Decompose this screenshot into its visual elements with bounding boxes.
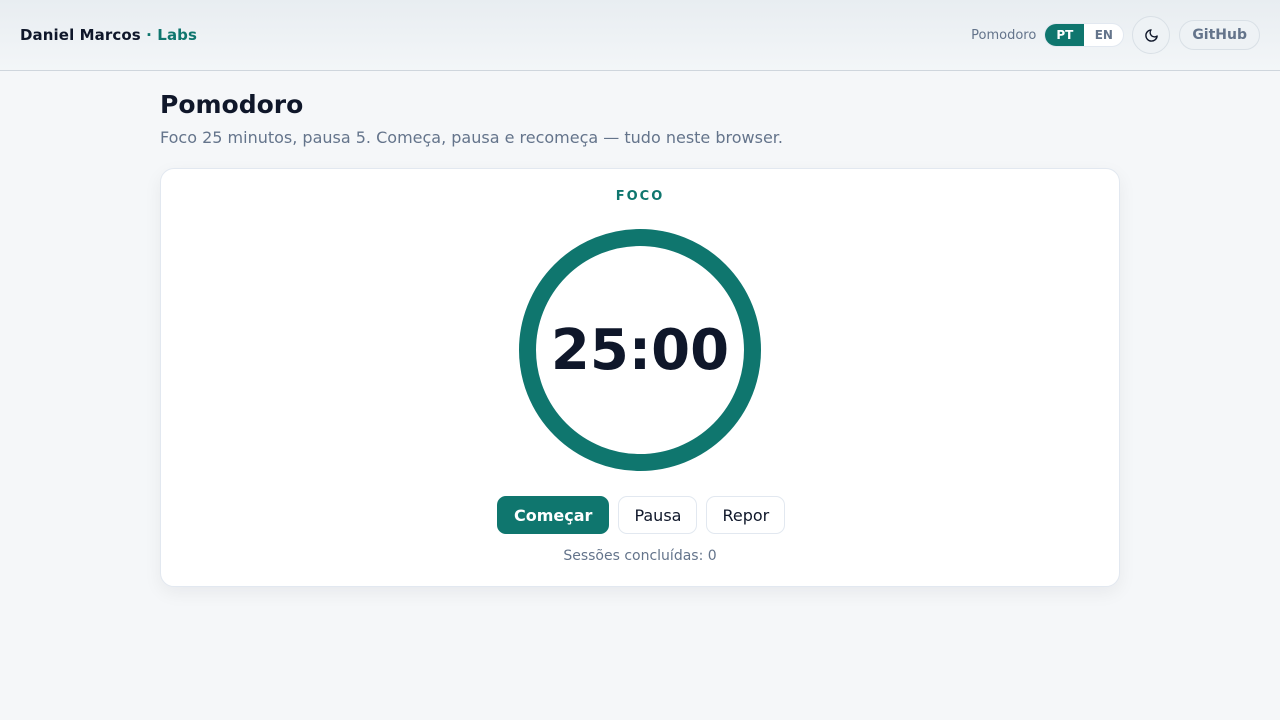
moon-icon xyxy=(1145,28,1158,42)
github-button[interactable]: GitHub xyxy=(1179,20,1260,50)
brand-labs: Labs xyxy=(157,26,198,44)
language-en-button[interactable]: EN xyxy=(1084,24,1123,46)
timer-card: FOCO 25:00 Começar Pausa Repor Sessões c… xyxy=(160,168,1120,587)
language-pt-button[interactable]: PT xyxy=(1045,24,1085,46)
timer-display: 25:00 xyxy=(550,317,730,383)
top-bar: Daniel Marcos · Labs Pomodoro PT EN GitH… xyxy=(0,0,1280,71)
phase-label: FOCO xyxy=(615,189,665,204)
page-subtitle: Foco 25 minutos, pausa 5. Começa, pausa … xyxy=(160,128,783,147)
pause-button[interactable]: Pausa xyxy=(618,496,698,534)
page-title: Pomodoro xyxy=(160,90,304,119)
brand-separator: · xyxy=(146,26,152,44)
brand[interactable]: Daniel Marcos · Labs xyxy=(20,26,197,44)
theme-toggle-button[interactable] xyxy=(1132,16,1171,54)
brand-name: Daniel Marcos xyxy=(20,26,141,44)
header-actions: Pomodoro PT EN GitHub xyxy=(971,16,1260,54)
language-toggle: PT EN xyxy=(1044,23,1125,47)
reset-button[interactable]: Repor xyxy=(706,496,786,534)
sessions-counter: Sessões concluídas: 0 xyxy=(563,548,717,564)
start-button[interactable]: Começar xyxy=(497,496,610,534)
timer-controls: Começar Pausa Repor xyxy=(497,496,786,534)
app-name: Pomodoro xyxy=(971,27,1037,43)
